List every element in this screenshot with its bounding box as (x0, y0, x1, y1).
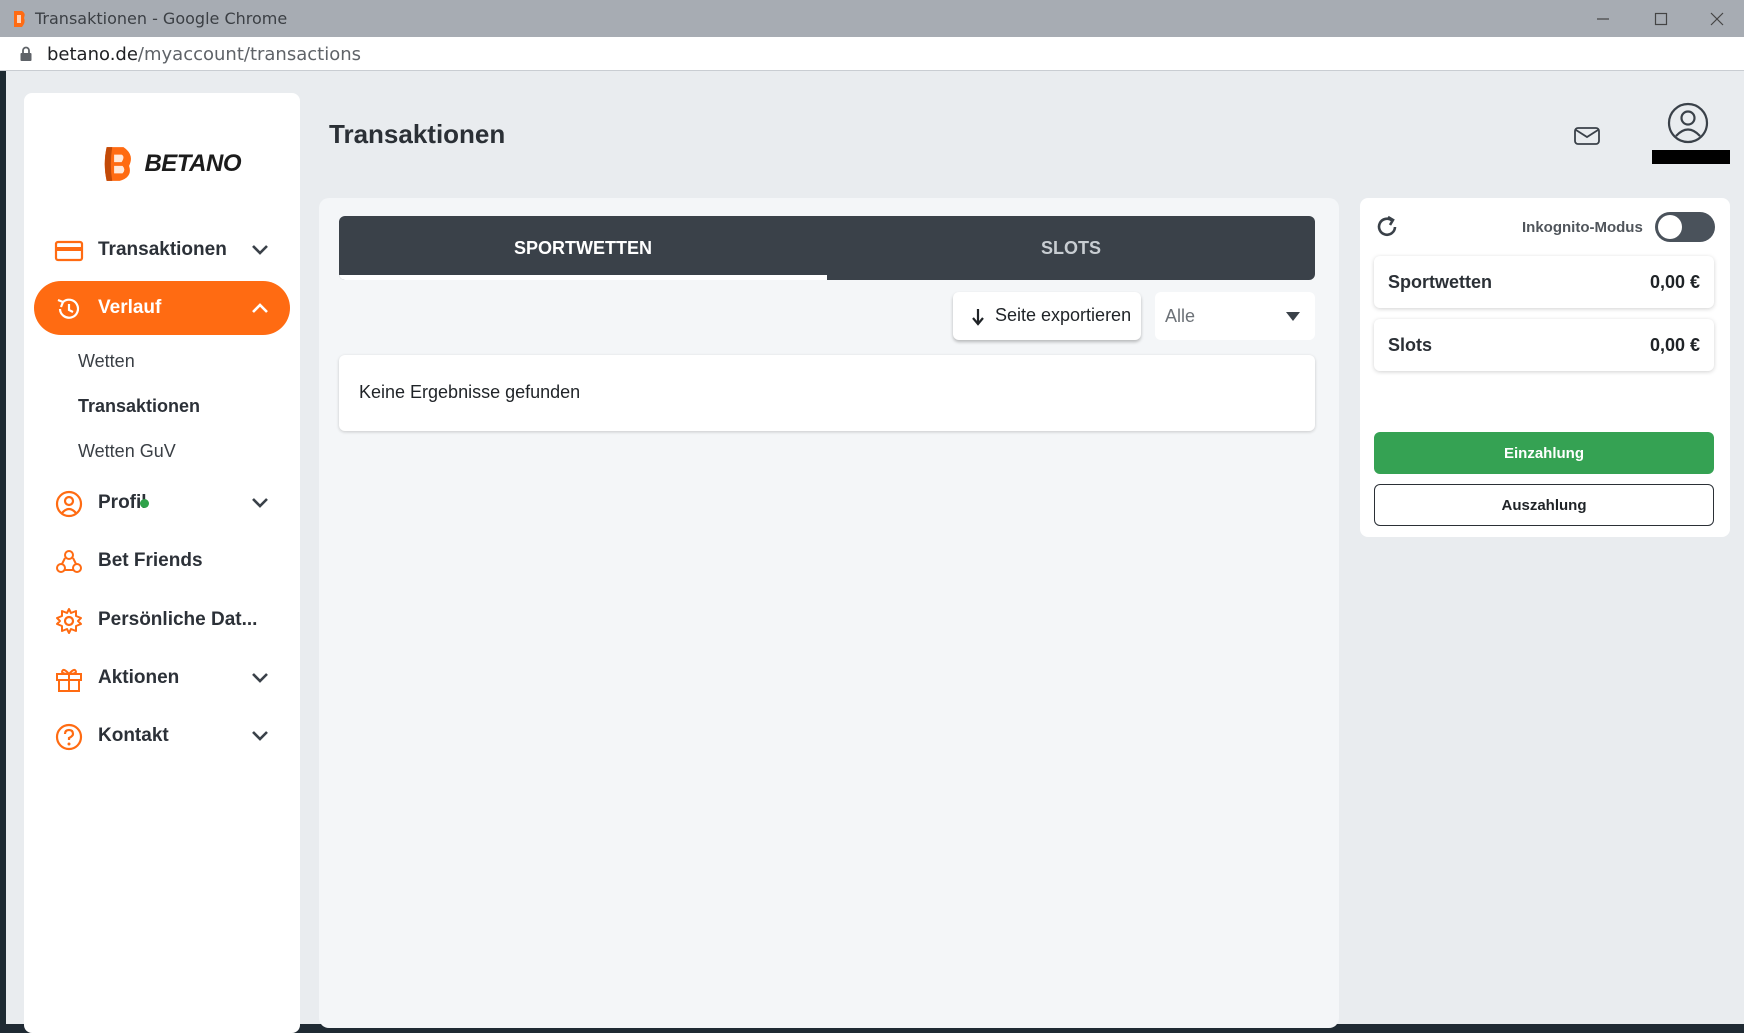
gift-icon (56, 668, 82, 692)
incognito-toggle[interactable] (1655, 212, 1715, 242)
transactions-panel: SPORTWETTEN SLOTS Seite exportieren Alle… (319, 198, 1339, 1028)
chevron-down-icon (252, 673, 268, 683)
balance-label: Slots (1388, 335, 1433, 355)
download-arrow-icon (972, 309, 984, 326)
sidebar-item-label: Aktionen (98, 667, 180, 688)
tab-sportwetten[interactable]: SPORTWETTEN (339, 216, 827, 280)
maximize-button[interactable] (1632, 0, 1690, 37)
history-icon (57, 298, 80, 319)
tab-label: SLOTS (1040, 237, 1101, 258)
tab-label: SPORTWETTEN (514, 237, 652, 258)
refresh-icon[interactable] (1374, 214, 1400, 240)
minimize-button[interactable] (1574, 0, 1632, 37)
balance-value: 0,00 € (1649, 272, 1700, 292)
sidebar: BETANO Transaktionen Verlauf Wetten Tran… (24, 93, 300, 1033)
close-button[interactable] (1690, 0, 1744, 37)
sidebar-sub-wetten-guv[interactable]: Wetten GuV (78, 441, 176, 462)
sidebar-item-persoenliche-daten[interactable]: Persönliche Dat... (34, 590, 290, 650)
withdraw-button[interactable]: Auszahlung (1374, 484, 1714, 526)
toggle-knob (1658, 215, 1682, 239)
wallet-panel: Inkognito-Modus Sportwetten 0,00 € Slots… (1360, 198, 1730, 537)
chevron-down-icon (252, 245, 268, 255)
account-avatar-icon[interactable] (1666, 101, 1710, 145)
mail-icon[interactable] (1573, 125, 1601, 147)
betano-favicon-icon (14, 11, 25, 27)
empty-message: Keine Ergebnisse gefunden (359, 382, 581, 402)
sidebar-item-aktionen[interactable]: Aktionen (34, 648, 290, 708)
betano-logo[interactable]: BETANO (101, 140, 241, 188)
url-text[interactable]: betano.de/myaccount/transactions (47, 44, 361, 65)
tab-bar: SPORTWETTEN SLOTS (339, 216, 1315, 280)
caret-down-icon (1286, 312, 1300, 321)
help-icon (55, 723, 83, 751)
deposit-button[interactable]: Einzahlung (1374, 432, 1714, 474)
user-icon (55, 490, 83, 518)
gear-icon (56, 608, 82, 634)
sidebar-item-bet-friends[interactable]: Bet Friends (34, 531, 290, 591)
export-label: Seite exportieren (995, 305, 1132, 325)
balance-value: 0,00 € (1649, 335, 1700, 355)
friends-icon (56, 550, 82, 573)
chevron-down-icon (252, 498, 268, 508)
sidebar-item-label: Kontakt (98, 725, 169, 746)
sidebar-item-verlauf[interactable]: Verlauf (34, 281, 290, 335)
sidebar-item-label: Persönliche Dat... (98, 609, 258, 630)
minimize-icon (1597, 17, 1609, 20)
empty-results: Keine Ergebnisse gefunden (339, 355, 1315, 431)
card-icon (54, 240, 84, 262)
url-host: betano.de (47, 44, 138, 65)
window-title: Transaktionen - Google Chrome (35, 9, 288, 28)
sidebar-item-label: Verlauf (98, 297, 162, 318)
sidebar-sub-transaktionen[interactable]: Transaktionen (78, 396, 200, 417)
close-icon (1710, 12, 1724, 25)
sidebar-item-transaktionen[interactable]: Transaktionen (34, 220, 290, 280)
redacted-username (1652, 150, 1730, 164)
chevron-up-icon (252, 303, 268, 313)
sidebar-item-label: Transaktionen (98, 239, 227, 260)
sidebar-item-label: Bet Friends (98, 550, 203, 571)
filter-value: Alle (1165, 306, 1196, 326)
url-path: /myaccount/transactions (137, 44, 362, 65)
sidebar-sub-wetten[interactable]: Wetten (78, 351, 135, 372)
status-dot (140, 499, 149, 508)
export-page-button[interactable]: Seite exportieren (953, 292, 1141, 340)
address-bar[interactable]: betano.de/myaccount/transactions (0, 37, 1744, 71)
maximize-icon (1654, 12, 1668, 25)
balance-sportwetten: Sportwetten 0,00 € (1374, 256, 1714, 308)
tab-slots[interactable]: SLOTS (827, 216, 1315, 280)
active-tab-indicator (339, 275, 827, 280)
page: BETANO Transaktionen Verlauf Wetten Tran… (6, 71, 1744, 1033)
incognito-label: Inkognito-Modus (1522, 219, 1643, 236)
betano-logo-icon (104, 147, 131, 181)
page-title: Transaktionen (329, 119, 506, 149)
browser-window: Transaktionen - Google Chrome betano.de/… (0, 0, 1744, 1033)
balance-slots: Slots 0,00 € (1374, 319, 1714, 371)
sidebar-item-profil[interactable]: Profil (34, 473, 290, 533)
sidebar-item-kontakt[interactable]: Kontakt (34, 706, 290, 766)
chevron-down-icon (252, 731, 268, 741)
filter-select[interactable]: Alle (1155, 292, 1315, 340)
lock-icon (20, 46, 32, 61)
balance-label: Sportwetten (1388, 272, 1493, 292)
title-bar: Transaktionen - Google Chrome (0, 0, 1744, 37)
brand-name: BETANO (144, 150, 241, 177)
